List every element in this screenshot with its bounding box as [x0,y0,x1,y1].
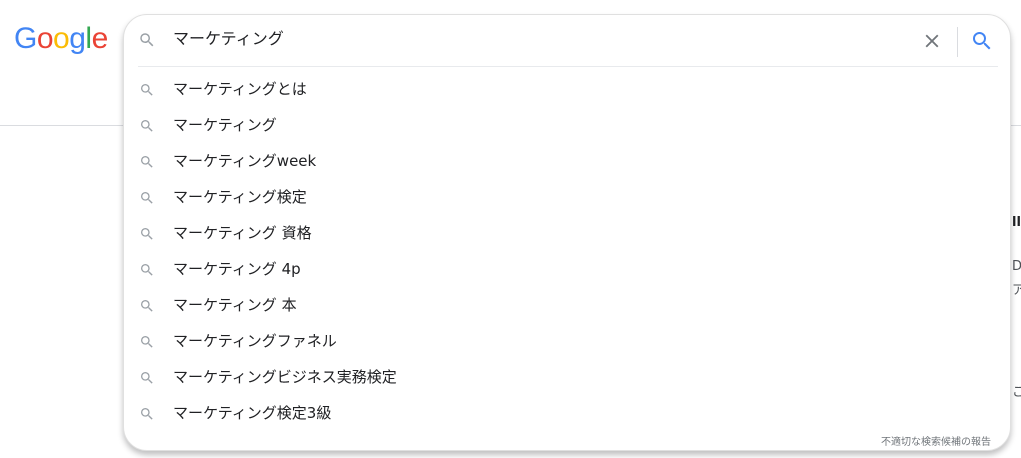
suggestion-text: マーケティング [173,116,277,134]
close-icon [925,34,939,48]
logo-letter: G [14,22,37,55]
suggestion-item[interactable]: マーケティング 4p [124,251,1010,287]
google-logo[interactable]: Google [14,19,108,59]
suggestion-item[interactable]: マーケティングビジネス実務検定 [124,359,1010,395]
suggestion-text: マーケティング検定 [173,188,307,206]
search-icon [139,154,155,174]
suggestion-text: マーケティング 本 [173,296,297,314]
suggestion-text: マーケティング 資格 [173,224,312,242]
search-icon [973,32,991,50]
search-input[interactable]: マーケティング [173,29,284,49]
search-icon [139,298,155,318]
suggestion-text: マーケティング 4p [173,260,301,278]
background-fragment: ア [1012,283,1021,298]
search-icon [139,226,155,246]
suggestion-item[interactable]: マーケティングファネル [124,323,1010,359]
search-icon [139,406,155,426]
clear-search-button[interactable] [921,30,943,52]
search-icon [139,190,155,210]
logo-letter: o [36,22,54,55]
logo-letter: o [53,22,70,55]
suggestion-item[interactable]: マーケティング検定3級 [124,395,1010,431]
suggestion-item[interactable]: マーケティングとは [124,71,1010,107]
search-autocomplete-panel: マーケティング マーケティングとは マーケティング マーケティングweek マー… [123,14,1011,451]
background-fragment: D [1012,259,1021,274]
suggestion-text: マーケティングとは [173,80,307,98]
search-icon [139,262,155,282]
search-icon [139,370,155,390]
search-icon [139,82,155,102]
suggestion-item[interactable]: マーケティング 本 [124,287,1010,323]
search-box[interactable]: マーケティング [124,15,1010,65]
search-submit-button[interactable] [970,29,994,53]
logo-letter: g [69,22,86,55]
logo-letter: e [91,22,109,55]
suggestion-text: マーケティングファネル [173,332,337,350]
background-fragment: llf [1012,215,1021,230]
suggestion-text: マーケティングビジネス実務検定 [173,368,397,386]
suggestion-item[interactable]: マーケティングweek [124,143,1010,179]
suggestion-text: マーケティングweek [173,152,317,170]
suggestion-item[interactable]: マーケティング [124,107,1010,143]
search-icon [139,334,155,354]
search-box-separator [957,27,958,57]
suggestion-item[interactable]: マーケティング検定 [124,179,1010,215]
suggestion-list: マーケティングとは マーケティング マーケティングweek マーケティング検定 … [124,71,1010,431]
suggestion-item[interactable]: マーケティング 資格 [124,215,1010,251]
suggestions-divider [138,66,998,67]
suggestion-text: マーケティング検定3級 [173,404,332,422]
report-inappropriate-predictions-link[interactable]: 不適切な検索候補の報告 [881,433,991,448]
search-icon [139,118,155,138]
search-icon [138,31,156,53]
background-fragment: こ [1012,385,1021,400]
